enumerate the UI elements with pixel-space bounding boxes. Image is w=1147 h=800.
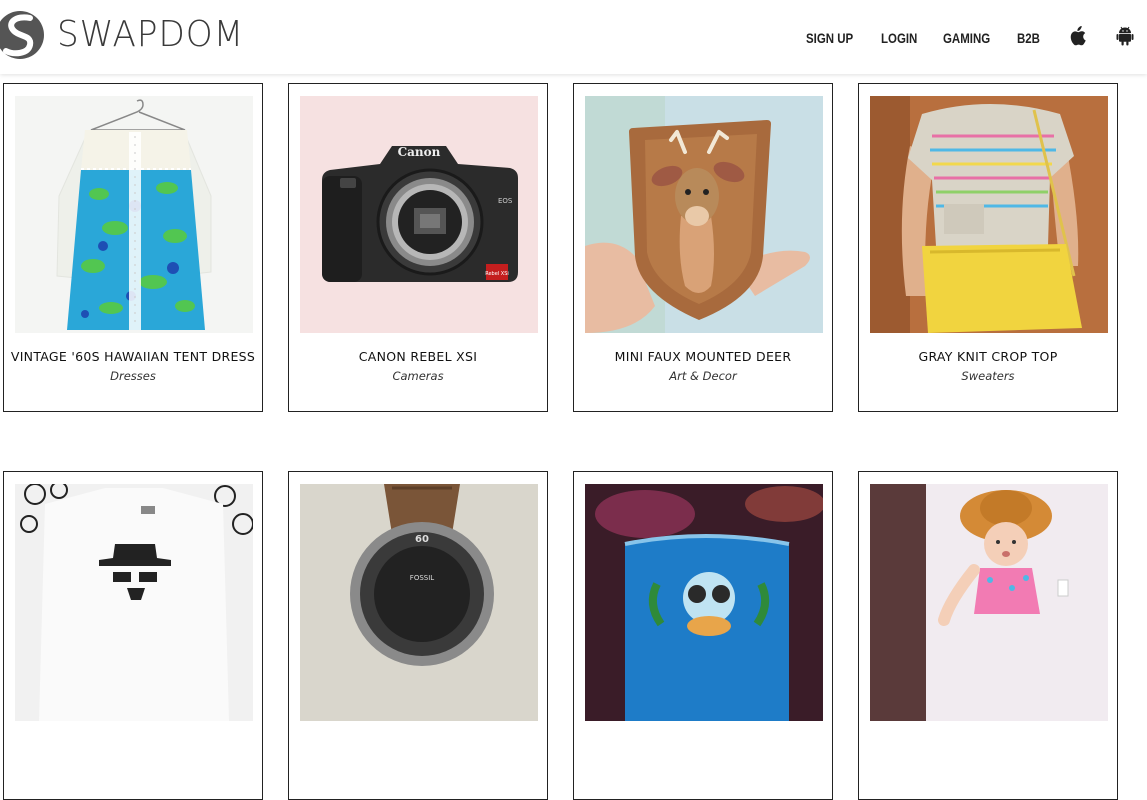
brand-logo[interactable]: SWAPDOM	[0, 9, 254, 61]
camera-brand-text: Canon	[398, 145, 441, 159]
product-image-watch[interactable]: 60 FOSSIL	[300, 484, 538, 721]
product-card[interactable]: VINTAGE '60S HAWAIIAN TENT DRESS Dresses	[3, 83, 263, 412]
product-card[interactable]	[858, 471, 1118, 800]
product-category[interactable]: Dresses	[4, 369, 262, 383]
product-image-tshirt[interactable]	[15, 484, 253, 721]
product-image-owl-mug[interactable]	[585, 484, 823, 721]
product-title[interactable]: CANON REBEL XSI	[289, 349, 547, 364]
nav-gaming[interactable]: GAMING	[943, 27, 990, 49]
top-navbar: SWAPDOM SIGN UP LOGIN GAMING B2B	[0, 0, 1147, 74]
product-category[interactable]: Art & Decor	[574, 369, 832, 383]
product-title[interactable]: GRAY KNIT CROP TOP	[859, 349, 1117, 364]
product-card[interactable]: MINI FAUX MOUNTED DEER Art & Decor	[573, 83, 833, 412]
swapdom-logo-icon	[0, 9, 44, 61]
android-icon[interactable]	[1116, 26, 1134, 46]
apple-icon[interactable]	[1068, 26, 1086, 46]
product-card[interactable]: 60 FOSSIL	[288, 471, 548, 800]
product-card[interactable]	[573, 471, 833, 800]
watch-bezel-text: 60	[415, 534, 429, 545]
watch-dial-text: FOSSIL	[410, 574, 434, 582]
product-image-kids-hat[interactable]	[870, 484, 1108, 721]
product-card[interactable]: Canon EOS Rebel XSi CANON REBEL XSI Came…	[288, 83, 548, 412]
product-card[interactable]	[3, 471, 263, 800]
product-image-camera[interactable]: Canon EOS Rebel XSi	[300, 96, 538, 333]
product-title[interactable]: MINI FAUX MOUNTED DEER	[574, 349, 832, 364]
nav-sign-up[interactable]: SIGN UP	[806, 27, 853, 49]
product-image-dress[interactable]	[15, 96, 253, 333]
product-card[interactable]: GRAY KNIT CROP TOP Sweaters	[858, 83, 1118, 412]
camera-red-badge: Rebel XSi	[485, 271, 509, 277]
product-category[interactable]: Sweaters	[859, 369, 1117, 383]
brand-name: SWAPDOM	[57, 14, 245, 55]
product-image-deer[interactable]	[585, 96, 823, 333]
product-image-crop-top[interactable]	[870, 96, 1108, 333]
nav-login[interactable]: LOGIN	[881, 27, 917, 49]
product-category[interactable]: Cameras	[289, 369, 547, 383]
nav-b2b[interactable]: B2B	[1017, 27, 1040, 49]
product-title[interactable]: VINTAGE '60S HAWAIIAN TENT DRESS	[4, 349, 262, 364]
camera-model-badge: EOS	[498, 197, 513, 205]
